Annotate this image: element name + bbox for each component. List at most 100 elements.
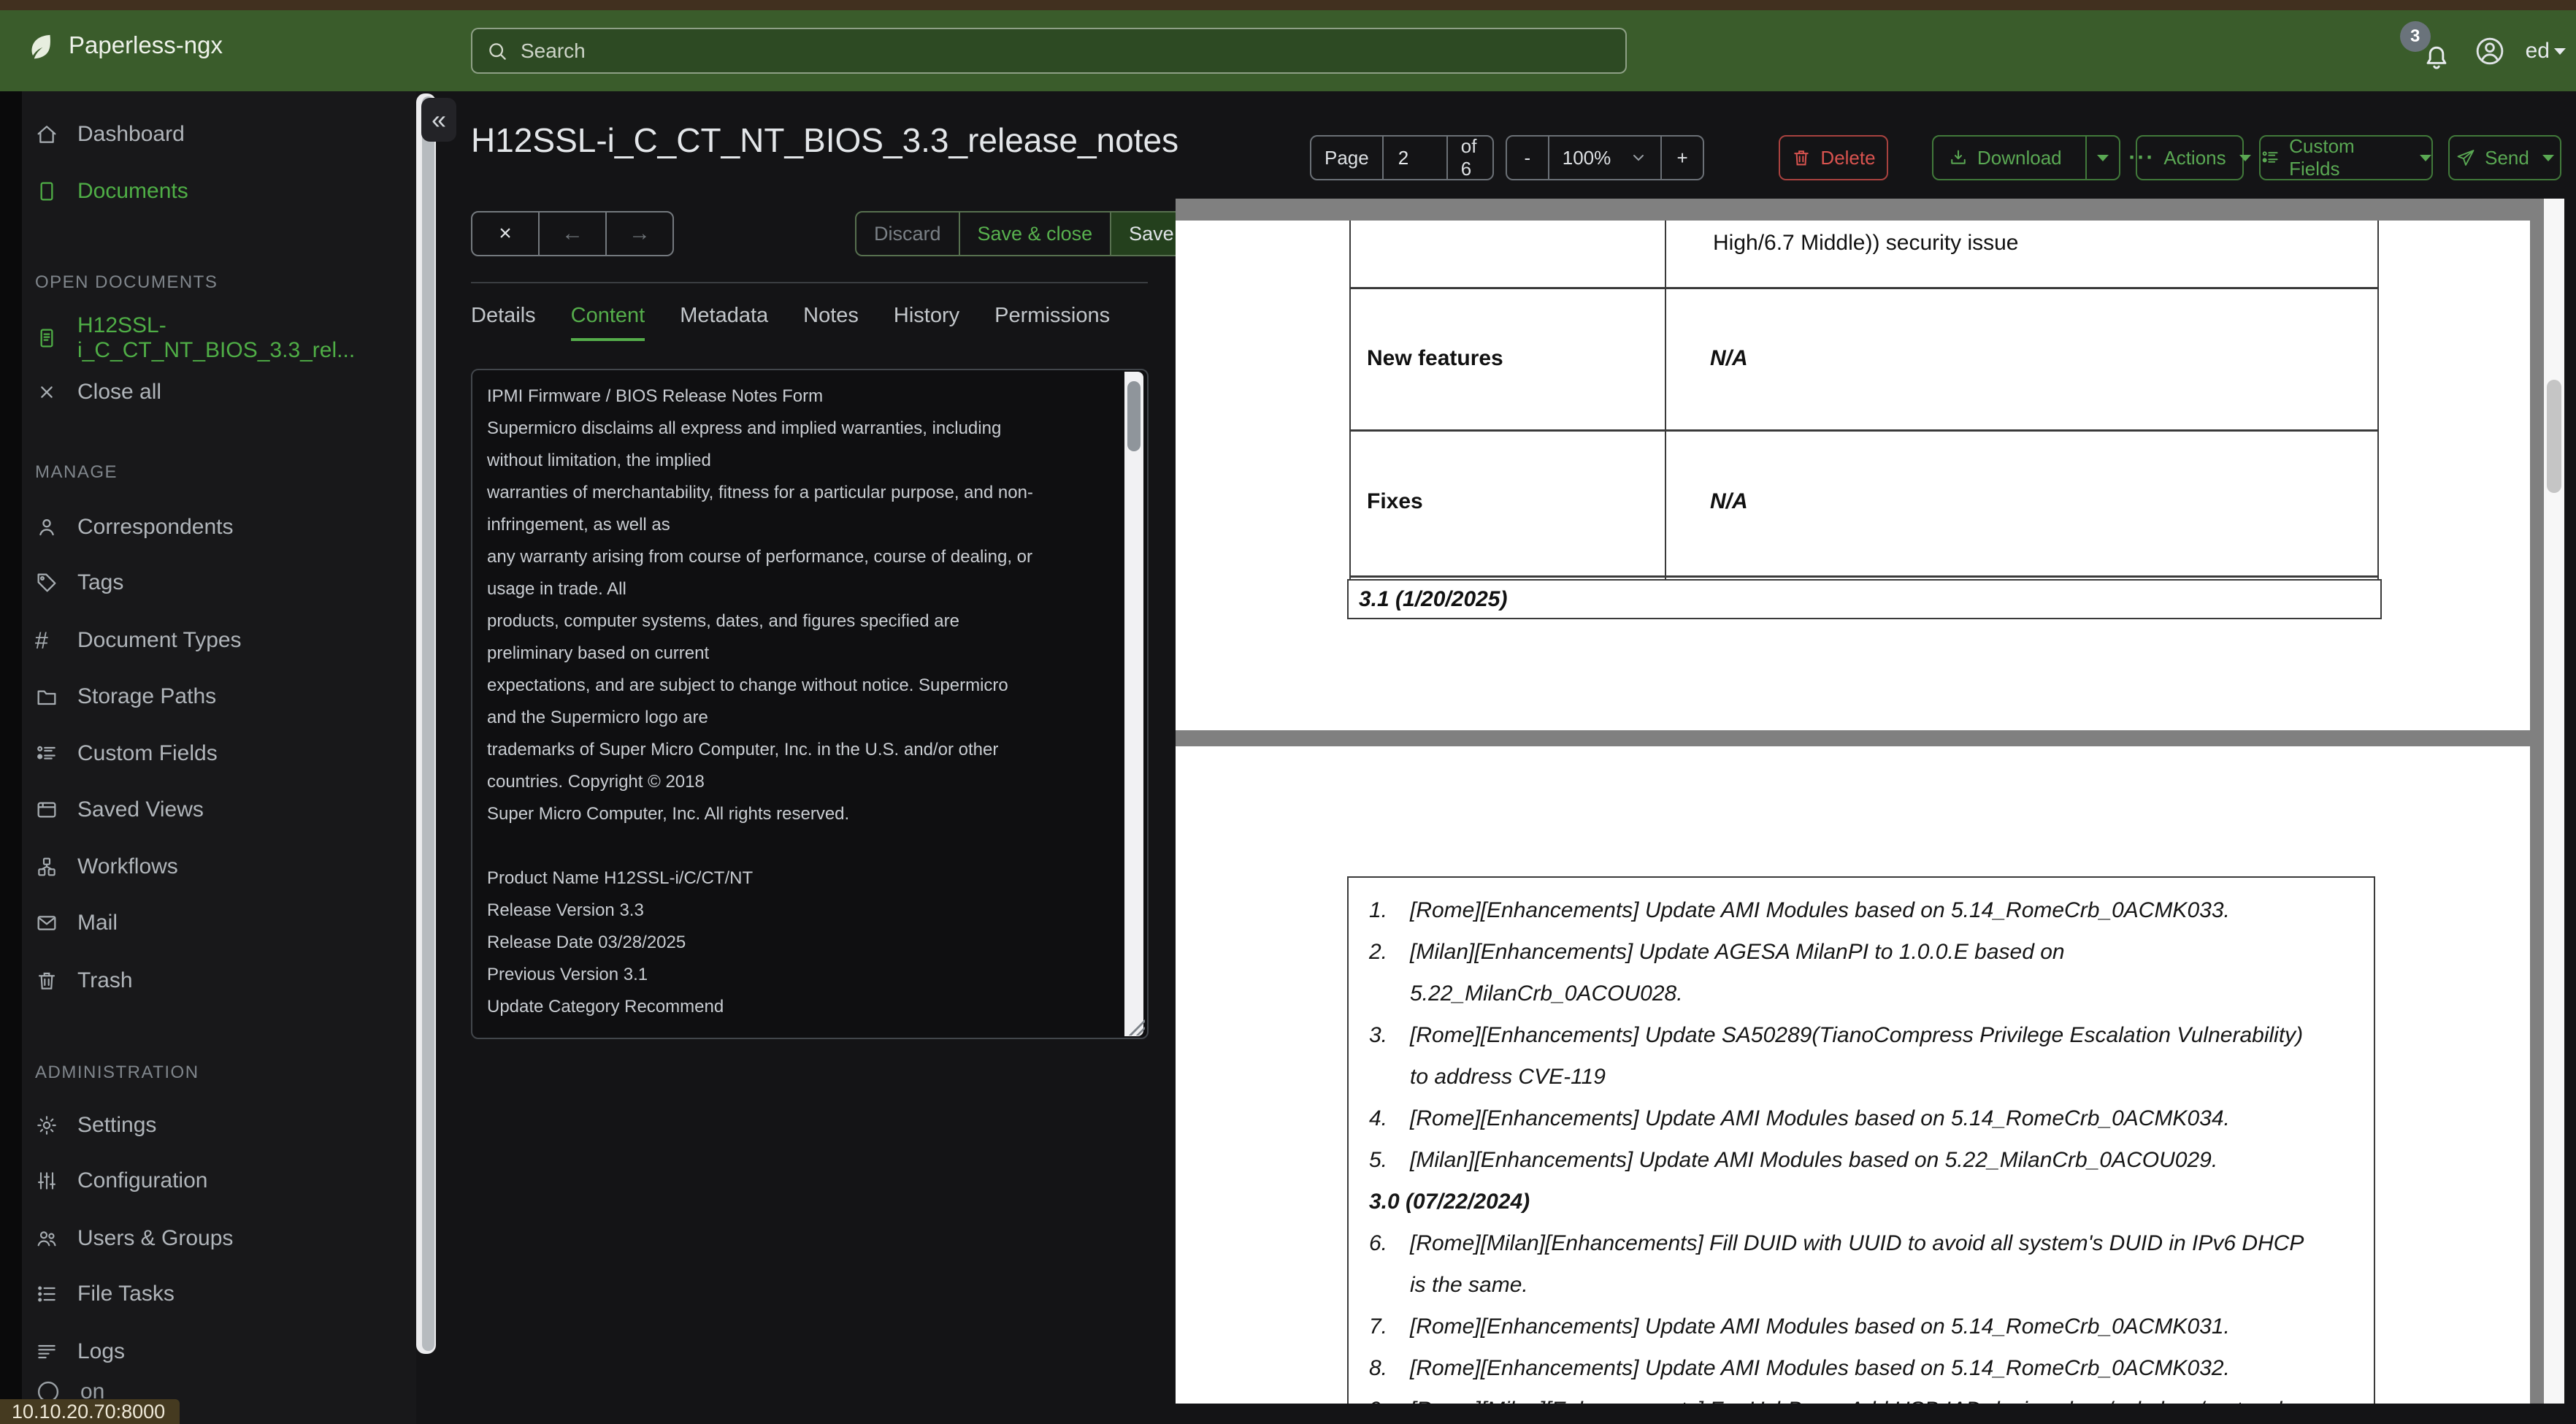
administration-header: ADMINISTRATION — [35, 1063, 199, 1082]
page-number-input[interactable] — [1396, 145, 1433, 170]
sidebar-item-logs[interactable]: Logs — [35, 1335, 125, 1369]
delete-label: Delete — [1820, 146, 1876, 169]
content-textarea[interactable]: IPMI Firmware / BIOS Release Notes Form … — [471, 369, 1149, 1039]
user-menu[interactable]: ed — [2526, 39, 2566, 64]
sidebar-item-file-tasks[interactable]: File Tasks — [35, 1277, 175, 1311]
tab-content[interactable]: Content — [570, 304, 645, 341]
envelope-icon — [35, 911, 58, 935]
list-item-number: 5. — [1369, 1148, 1388, 1172]
app-title: Paperless-ngx — [69, 31, 223, 58]
window-icon — [35, 798, 58, 822]
double-chevron-left-icon: « — [431, 104, 447, 134]
sidebar-item-dashboard[interactable]: Dashboard — [35, 118, 185, 151]
sidebar-close-all[interactable]: Close all — [35, 375, 161, 409]
sidebar-item-mail[interactable]: Mail — [35, 906, 118, 940]
list-check-icon — [2262, 151, 2278, 163]
list-item-text: [Rome][Enhancements] Update AMI Modules … — [1410, 898, 2230, 922]
document-tabs: Details Content Metadata Notes History P… — [471, 304, 1110, 341]
chevron-down-icon — [2239, 154, 2251, 161]
zoom-out-button[interactable]: - — [1507, 137, 1548, 179]
save-and-close-button[interactable]: Save & close — [958, 213, 1111, 255]
sidebar-item-label: Custom Fields — [77, 741, 218, 765]
list-item: 2. [Milan][Enhancements] Update AGESA Mi… — [1369, 931, 2345, 1014]
notification-count-badge: 3 — [2399, 20, 2431, 52]
close-document-button[interactable]: × — [472, 213, 538, 255]
close-all-label: Close all — [77, 380, 162, 404]
zoom-in-button[interactable]: + — [1660, 137, 1703, 179]
textarea-resize-handle[interactable] — [1129, 1019, 1145, 1036]
discard-button[interactable]: Discard — [856, 213, 959, 255]
download-button[interactable]: Download — [1933, 137, 2077, 179]
sidebar-item-saved-views[interactable]: Saved Views — [35, 793, 204, 827]
zoom-level-select[interactable]: 100% — [1547, 137, 1661, 179]
global-search[interactable] — [471, 28, 1627, 74]
sidebar-item-correspondents[interactable]: Correspondents — [35, 510, 233, 544]
app-brand[interactable]: Paperless-ngx — [26, 31, 223, 60]
file-text-icon — [35, 326, 58, 350]
sidebar-open-document[interactable]: H12SSL-i_C_CT_NT_BIOS_3.3_rel... — [35, 313, 416, 362]
sidebar-item-users-groups[interactable]: Users & Groups — [35, 1222, 233, 1255]
chevron-down-icon — [2096, 154, 2109, 161]
search-icon — [486, 39, 509, 63]
page-number-field[interactable] — [1381, 137, 1446, 179]
custom-fields-button[interactable]: Custom Fields — [2259, 135, 2433, 180]
sidebar-item-tags[interactable]: Tags — [35, 566, 123, 600]
tab-permissions[interactable]: Permissions — [994, 304, 1110, 341]
list-item-number: 8. — [1369, 1356, 1388, 1380]
pane-splitter-thumb[interactable] — [422, 96, 434, 1351]
list-item-number: 1. — [1369, 898, 1388, 922]
document-title: H12SSL-i_C_CT_NT_BIOS_3.3_release_notes — [471, 121, 1179, 159]
paperless-leaf-logo-icon — [26, 31, 55, 60]
task-list-icon — [35, 1282, 58, 1306]
notifications-button[interactable]: 3 — [2399, 20, 2454, 77]
tab-details[interactable]: Details — [471, 304, 536, 341]
tab-history[interactable]: History — [894, 304, 959, 341]
table-border — [1349, 221, 1351, 579]
sidebar-item-document-types[interactable]: # Document Types — [35, 624, 242, 657]
actions-label: Actions — [2163, 146, 2226, 169]
pdf-row-label: Fixes — [1367, 489, 1423, 513]
username-label: ed — [2525, 38, 2550, 63]
sidebar-item-workflows[interactable]: Workflows — [35, 850, 178, 884]
document-nav-group: × ← → — [471, 211, 674, 256]
table-border — [1665, 221, 1666, 579]
window-top-strip — [0, 0, 2576, 10]
open-documents-header: OPEN DOCUMENTS — [35, 272, 218, 292]
download-options-button[interactable] — [2085, 137, 2119, 179]
sidebar-item-settings[interactable]: Settings — [35, 1109, 156, 1142]
sidebar-item-documents[interactable]: Documents — [35, 175, 188, 208]
list-item-number: 2. — [1369, 940, 1388, 964]
sidebar-item-label: Dashboard — [77, 122, 185, 146]
next-document-button[interactable]: → — [605, 213, 672, 255]
user-avatar-icon[interactable] — [2473, 34, 2507, 68]
table-border — [1349, 575, 2379, 578]
list-item-text: [Rome][Enhancements] Update AMI Modules … — [1410, 1106, 2230, 1130]
tab-notes[interactable]: Notes — [803, 304, 859, 341]
send-button[interactable]: Send — [2448, 135, 2561, 180]
edit-divider — [471, 282, 1148, 283]
sidebar-item-storage-paths[interactable]: Storage Paths — [35, 680, 216, 713]
collapse-sidebar-button[interactable]: « — [421, 98, 456, 142]
previous-document-button[interactable]: ← — [538, 213, 605, 255]
manage-header: MANAGE — [35, 462, 118, 482]
download-split-button: Download — [1932, 135, 2120, 180]
sidebar-item-custom-fields[interactable]: Custom Fields — [35, 737, 218, 770]
download-icon — [1951, 150, 1966, 164]
list-item-text: [Milan][Enhancements] Update AMI Modules… — [1410, 1148, 2218, 1172]
content-scrollbar-track[interactable] — [1124, 372, 1143, 1036]
tab-metadata[interactable]: Metadata — [680, 304, 768, 341]
save-button-group: Discard Save & close Save — [855, 211, 1193, 256]
content-scrollbar-thumb[interactable] — [1127, 381, 1141, 451]
sidebar-item-configuration[interactable]: Configuration — [35, 1164, 207, 1198]
chevron-down-icon — [1633, 155, 1644, 161]
actions-button[interactable]: ··· Actions — [2128, 135, 2251, 180]
list-item-text: [Rome][Enhancements] Update SA50289(Tian… — [1410, 1023, 2304, 1089]
delete-button[interactable]: Delete — [1779, 135, 1888, 180]
search-input[interactable] — [519, 38, 1612, 64]
home-icon — [35, 123, 58, 146]
pdf-scrollbar-thumb[interactable] — [2547, 380, 2561, 493]
gear-icon — [35, 1114, 58, 1137]
sidebar-item-trash[interactable]: Trash — [35, 964, 133, 998]
list-item: 4. [Rome][Enhancements] Update AMI Modul… — [1369, 1098, 2345, 1139]
app-header: Paperless-ngx 3 — [0, 10, 2576, 91]
